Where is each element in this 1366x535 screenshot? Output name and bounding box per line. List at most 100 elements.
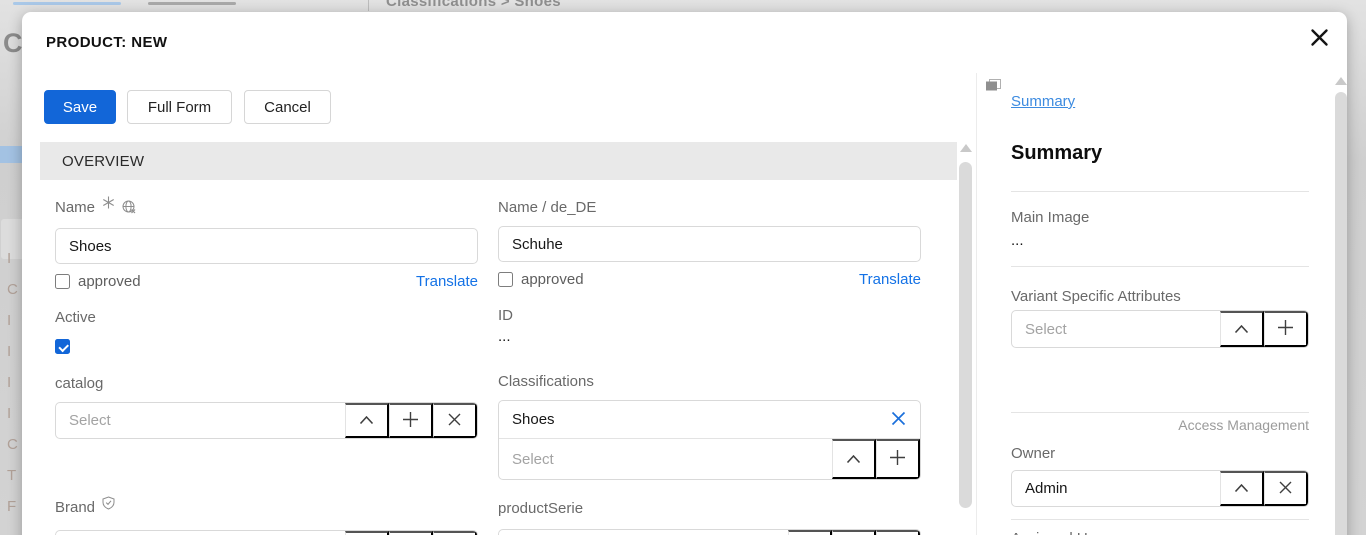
owner-select-input[interactable]: Admin bbox=[1012, 471, 1220, 506]
translate-link[interactable]: Translate bbox=[416, 273, 478, 290]
product-serie-clear-button[interactable] bbox=[876, 530, 920, 535]
plus-icon bbox=[402, 411, 419, 431]
background-tab-underline bbox=[148, 2, 236, 5]
summary-heading: Summary bbox=[1011, 142, 1103, 164]
catalog-select: Select bbox=[55, 402, 478, 439]
plus-icon bbox=[1277, 319, 1294, 339]
classification-remove-button[interactable] bbox=[890, 410, 907, 430]
divider bbox=[1011, 412, 1309, 413]
catalog-expand-button[interactable] bbox=[345, 403, 389, 438]
active-checkbox[interactable] bbox=[55, 339, 70, 354]
chevron-up-icon bbox=[846, 452, 861, 467]
translate-de-link[interactable]: Translate bbox=[859, 271, 921, 288]
background-breadcrumb: Classifications > Shoes bbox=[386, 0, 561, 10]
variant-attributes-label: Variant Specific Attributes bbox=[1011, 288, 1181, 305]
name-label-row: Name bbox=[55, 196, 478, 219]
variant-expand-button[interactable] bbox=[1220, 311, 1264, 347]
brand-expand-button[interactable] bbox=[345, 531, 389, 535]
catalog-clear-button[interactable] bbox=[433, 403, 477, 438]
classification-item: Shoes bbox=[499, 401, 920, 439]
main-image-label: Main Image bbox=[1011, 209, 1090, 226]
catalog-select-input[interactable]: Select bbox=[56, 403, 345, 438]
save-button[interactable]: Save bbox=[44, 90, 116, 124]
name-de-label: Name / de_DE bbox=[498, 199, 597, 216]
product-new-modal: PRODUCT: NEW Save Full Form Cancel OVERV… bbox=[22, 12, 1347, 535]
approved-de-checkbox[interactable] bbox=[498, 271, 513, 287]
brand-label: Brand bbox=[55, 499, 96, 516]
chevron-up-icon bbox=[359, 413, 374, 428]
form-column-left: Name approved Translate Active catalog S… bbox=[55, 196, 478, 535]
variant-attributes-select: Select bbox=[1011, 310, 1309, 348]
full-form-button[interactable]: Full Form bbox=[127, 90, 232, 124]
cancel-button[interactable]: Cancel bbox=[244, 90, 331, 124]
main-image-value: ... bbox=[1011, 232, 1024, 249]
product-serie-add-button[interactable] bbox=[832, 530, 876, 535]
shield-check-icon bbox=[102, 496, 115, 515]
chevron-up-icon bbox=[1234, 481, 1249, 496]
divider bbox=[1011, 266, 1309, 267]
x-icon-blue bbox=[890, 410, 907, 430]
sidebar-scrollbar bbox=[1335, 77, 1347, 535]
background-text-fragment: T bbox=[7, 467, 17, 484]
form-scrollbar bbox=[959, 144, 972, 508]
classification-select-row: Select bbox=[499, 439, 920, 479]
scrollbar-thumb[interactable] bbox=[959, 162, 972, 508]
approved-de-label: approved bbox=[521, 270, 584, 288]
close-icon bbox=[1310, 28, 1329, 50]
background-text-fragment: F bbox=[7, 498, 17, 515]
access-management-label: Access Management bbox=[1178, 417, 1309, 433]
owner-expand-button[interactable] bbox=[1220, 471, 1264, 506]
approved-label: approved bbox=[78, 272, 141, 290]
section-header-overview[interactable]: OVERVIEW bbox=[40, 142, 957, 180]
variant-attributes-select-input[interactable]: Select bbox=[1012, 311, 1220, 347]
background-text-fragment: I bbox=[7, 374, 12, 391]
id-value: ... bbox=[498, 328, 511, 345]
background-text-fragment: I bbox=[7, 312, 12, 329]
product-serie-expand-button[interactable] bbox=[788, 530, 832, 535]
brand-add-button[interactable] bbox=[389, 531, 433, 535]
classifications-select: Shoes Select bbox=[498, 400, 921, 480]
classification-item-label: Shoes bbox=[512, 411, 555, 428]
sidebar-scrollbar-thumb[interactable] bbox=[1335, 92, 1347, 535]
product-serie-label: productSerie bbox=[498, 500, 584, 517]
owner-select: Admin bbox=[1011, 470, 1309, 507]
owner-clear-button[interactable] bbox=[1264, 471, 1308, 506]
catalog-add-button[interactable] bbox=[389, 403, 433, 438]
brand-select bbox=[55, 530, 478, 535]
background-text-fragment: I bbox=[7, 405, 12, 422]
catalog-label: catalog bbox=[55, 375, 104, 392]
background-text-fragment: C bbox=[7, 436, 18, 453]
modal-title: PRODUCT: NEW bbox=[46, 34, 168, 51]
variant-add-button[interactable] bbox=[1264, 311, 1308, 347]
brand-select-input[interactable] bbox=[56, 531, 345, 535]
approved-checkbox[interactable] bbox=[55, 273, 70, 289]
name-input[interactable] bbox=[55, 228, 478, 264]
product-serie-select-input[interactable] bbox=[499, 530, 788, 535]
brand-clear-button[interactable] bbox=[433, 531, 477, 535]
product-serie-select bbox=[498, 529, 921, 535]
classification-expand-button[interactable] bbox=[832, 439, 876, 479]
classification-add-button[interactable] bbox=[876, 439, 920, 479]
scroll-up-arrow[interactable] bbox=[1335, 77, 1347, 85]
plus-icon bbox=[889, 449, 906, 469]
background-text-fragment: C bbox=[7, 281, 18, 298]
background-text-fragment: I bbox=[7, 343, 12, 360]
summary-nav-link[interactable]: Summary bbox=[1011, 94, 1075, 110]
assigned-users-label: Assigned Users bbox=[1011, 531, 1308, 535]
x-icon bbox=[447, 412, 462, 430]
required-asterisk-icon bbox=[102, 196, 115, 214]
owner-label: Owner bbox=[1011, 445, 1056, 462]
divider bbox=[1011, 519, 1309, 520]
pages-icon bbox=[986, 79, 1001, 97]
summary-sidebar: Summary Summary Main Image ... Variant S… bbox=[976, 73, 1334, 535]
classification-select-input[interactable]: Select bbox=[499, 439, 832, 479]
globe-untranslated-icon bbox=[122, 200, 136, 219]
name-approved-row: approved Translate bbox=[55, 272, 478, 290]
name-label: Name bbox=[55, 199, 96, 216]
close-button[interactable] bbox=[1304, 24, 1334, 54]
name-de-input[interactable] bbox=[498, 226, 921, 262]
scroll-up-arrow[interactable] bbox=[960, 144, 972, 152]
name-de-approved-row: approved Translate bbox=[498, 270, 921, 288]
background-divider bbox=[368, 0, 369, 11]
brand-label-row: Brand bbox=[55, 496, 478, 518]
